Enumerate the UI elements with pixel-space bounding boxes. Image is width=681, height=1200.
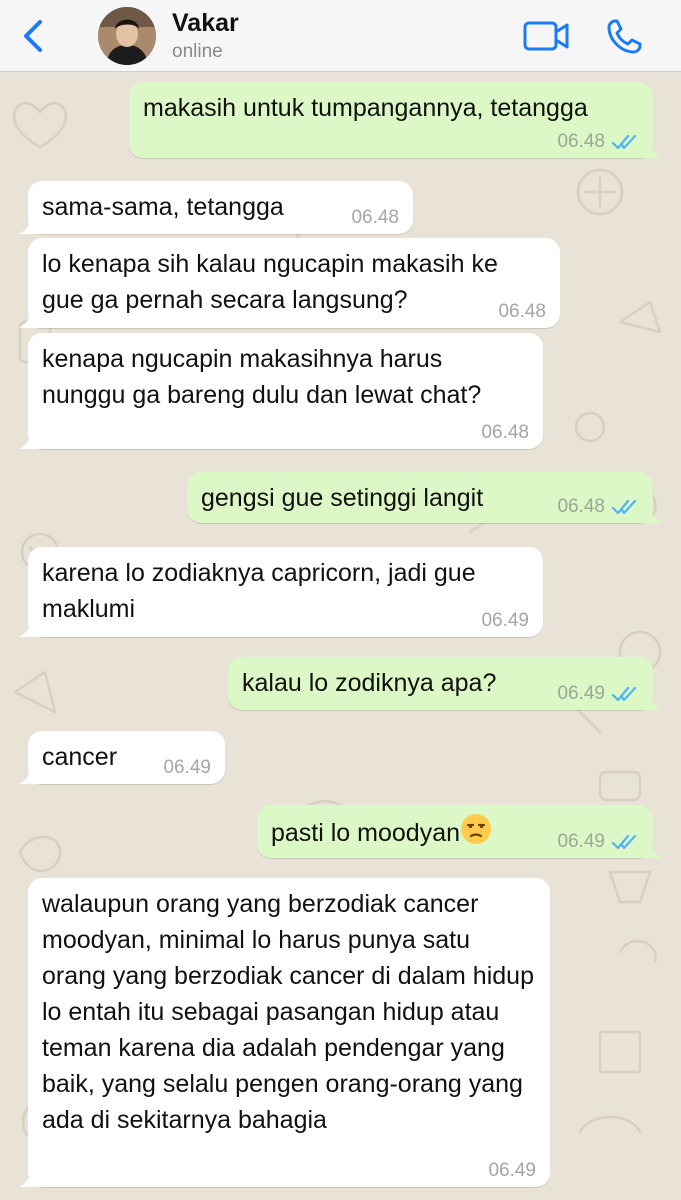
read-receipt-icon (611, 834, 637, 850)
bubble-tail (19, 1167, 41, 1187)
bubble-tail (640, 138, 662, 158)
message-text: makasih untuk tumpangannya, tetangga (143, 94, 588, 122)
bubble-tail (640, 690, 662, 710)
message-time: 06.49 (557, 683, 605, 704)
voice-call-button[interactable] (604, 17, 644, 57)
message-time: 06.49 (163, 757, 211, 778)
bubble-tail (19, 764, 41, 784)
message-meta: 06.48 (498, 302, 546, 322)
message-meta: 06.48 (351, 208, 399, 228)
bubble-tail (640, 838, 662, 858)
video-camera-icon (523, 21, 569, 51)
message-meta: 06.48 (481, 423, 529, 443)
incoming-message[interactable]: lo kenapa sih kalau ngucapin makasih ke … (19, 238, 560, 328)
phone-icon (607, 19, 642, 54)
outgoing-message[interactable]: gengsi gue setinggi langit 06.48 (187, 472, 662, 523)
incoming-message[interactable]: sama-sama, tetangga 06.48 (19, 181, 413, 234)
message-time: 06.49 (481, 610, 529, 631)
bubble-tail (640, 503, 662, 523)
message-text: kenapa ngucapin makasihnya harus nunggu … (42, 345, 482, 409)
incoming-message[interactable]: walaupun orang yang berzodiak cancer moo… (19, 878, 550, 1187)
message-meta: 06.49 (163, 758, 211, 778)
contact-name[interactable]: Vakar (172, 9, 239, 38)
message-meta: 06.49 (488, 1161, 536, 1181)
chevron-left-icon (24, 20, 42, 52)
incoming-message[interactable]: cancer 06.49 (19, 731, 225, 784)
back-button[interactable] (16, 16, 50, 56)
read-receipt-icon (611, 134, 637, 150)
message-meta: 06.49 (557, 832, 639, 852)
message-meta: 06.49 (557, 684, 639, 704)
message-time: 06.49 (557, 831, 605, 852)
outgoing-message[interactable]: kalau lo zodiknya apa? 06.49 (228, 657, 662, 710)
incoming-message[interactable]: karena lo zodiaknya capricorn, jadi gue … (19, 547, 543, 637)
bubble-tail (19, 617, 41, 637)
message-time: 06.48 (481, 422, 529, 443)
bubble-tail (19, 308, 41, 328)
message-meta: 06.48 (557, 497, 639, 517)
incoming-message[interactable]: kenapa ngucapin makasihnya harus nunggu … (19, 333, 543, 449)
message-time: 06.48 (351, 207, 399, 228)
contact-status: online (172, 41, 223, 62)
message-meta: 06.48 (557, 132, 639, 152)
chat-header: Vakar online (0, 0, 681, 72)
message-time: 06.48 (557, 496, 605, 517)
unamused-face-emoji (461, 814, 492, 844)
read-receipt-icon (611, 499, 637, 515)
message-text: karena lo zodiaknya capricorn, jadi gue … (42, 559, 476, 623)
message-text: walaupun orang yang berzodiak cancer moo… (42, 890, 534, 1134)
message-text: sama-sama, tetangga (42, 193, 284, 221)
avatar-image (98, 7, 156, 65)
message-text: lo kenapa sih kalau ngucapin makasih ke … (42, 250, 498, 314)
message-time: 06.49 (488, 1160, 536, 1181)
bubble-tail (19, 214, 41, 234)
avatar[interactable] (98, 7, 156, 65)
bubble-tail (19, 429, 41, 449)
message-time: 06.48 (498, 301, 546, 322)
outgoing-message[interactable]: pasti lo moodyan 06.49 (257, 805, 662, 858)
read-receipt-icon (611, 686, 637, 702)
video-call-button[interactable] (522, 18, 570, 54)
message-meta: 06.49 (481, 611, 529, 631)
message-time: 06.48 (557, 131, 605, 152)
outgoing-message[interactable]: makasih untuk tumpangannya, tetangga 06.4… (129, 82, 662, 158)
